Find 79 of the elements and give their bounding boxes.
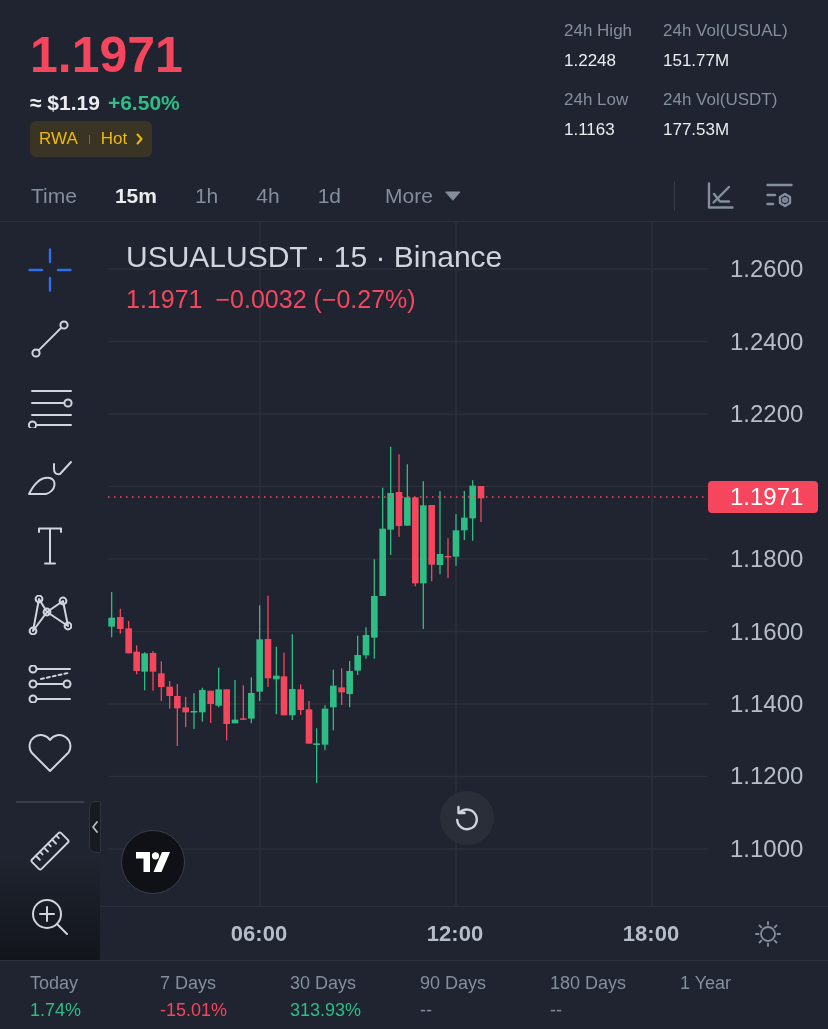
stat-label: 24h High <box>564 20 634 42</box>
chevron-right-icon <box>136 133 144 145</box>
period-label: 180 Days <box>550 972 628 994</box>
last-price-tag: 1.1971 <box>708 481 818 513</box>
rising-candle <box>215 667 222 708</box>
rising-candle <box>108 591 115 638</box>
rising-candle <box>273 646 280 715</box>
falling-candle <box>477 485 485 523</box>
ruler-icon <box>28 828 72 873</box>
fiat-price: ≈ $1.19 <box>30 91 100 115</box>
parallel-lines-icon <box>27 387 73 428</box>
price-axis-label: 1.1400 <box>730 691 804 717</box>
settings-icon <box>766 183 793 208</box>
interval-tab[interactable]: 4h <box>256 181 280 210</box>
rising-candle <box>231 679 239 724</box>
rising-candle <box>141 651 148 691</box>
last-price: 1.1971 <box>30 26 183 84</box>
fibonacci-lines-icon <box>28 664 72 703</box>
price-axis-label: 1.1000 <box>730 836 804 862</box>
falling-candle <box>444 537 452 579</box>
collapse-toolbar-button[interactable] <box>89 801 101 853</box>
falling-candle <box>223 688 230 741</box>
price-change-percent: +6.50% <box>107 91 180 115</box>
chart-symbol-title: USUALUSDT · 15 · Binance <box>126 239 503 275</box>
period-change: 313.93% <box>290 999 363 1021</box>
period-label: 1 Year <box>680 972 733 994</box>
interval-tab[interactable]: 1h <box>194 181 219 210</box>
trend-line-icon <box>31 319 69 358</box>
falling-candle <box>280 652 288 716</box>
legend-change: −0.0032 (−0.27%) <box>215 284 416 314</box>
price-axis-label: 1.2200 <box>730 401 804 427</box>
chart-settings-button[interactable] <box>766 183 793 208</box>
more-intervals-dropdown[interactable]: More <box>385 181 461 210</box>
chevron-left-icon <box>92 821 98 833</box>
interval-tab[interactable]: 1d <box>317 181 341 210</box>
price-axis-label: 1.1800 <box>730 546 804 572</box>
rising-candle <box>404 463 411 527</box>
period-label: 7 Days <box>160 972 218 994</box>
price-axis-label: 1.1600 <box>730 619 804 645</box>
period-change: -- <box>420 999 433 1021</box>
stat-label: 24h Vol(USDT) <box>663 89 779 111</box>
sun-icon <box>755 920 781 947</box>
reset-icon <box>453 804 481 832</box>
legend-price: 1.1971 <box>126 284 203 314</box>
period-change: -15.01% <box>160 999 229 1021</box>
chart-indicator-icon <box>707 182 734 209</box>
heart-icon <box>27 732 73 773</box>
falling-candle <box>240 684 247 721</box>
stat-value: 177.53M <box>663 119 731 141</box>
period-change: -- <box>550 999 563 1021</box>
stat-label: 24h Low <box>564 89 630 111</box>
theme-toggle-button[interactable] <box>755 920 781 947</box>
time-axis-label: 12:00 <box>425 919 485 948</box>
category-link[interactable]: Hot <box>100 128 144 150</box>
stat-value: 151.77M <box>663 50 731 72</box>
time-axis-label: 06:00 <box>229 919 289 948</box>
period-change: 1.74% <box>30 999 83 1021</box>
category-tag[interactable]: RWA <box>39 128 78 150</box>
price-axis-label: 1.2400 <box>730 329 804 355</box>
time-axis-label: 18:00 <box>621 919 681 948</box>
zoom-in-icon <box>31 898 69 936</box>
stat-label: 24h Vol(USUAL) <box>663 20 789 42</box>
period-label: 30 Days <box>290 972 358 994</box>
pattern-icon <box>28 594 72 635</box>
stat-value: 1.2248 <box>564 50 617 72</box>
interval-tab[interactable]: 15m <box>114 181 157 210</box>
caret-down-icon <box>444 190 461 201</box>
price-axis-label: 1.2600 <box>730 256 804 282</box>
price-axis-label: 1.1200 <box>730 763 804 789</box>
stat-value: 1.1163 <box>564 119 616 141</box>
logo-icon <box>136 852 170 872</box>
period-label: 90 Days <box>420 972 488 994</box>
interval-tab[interactable]: Time <box>31 181 77 210</box>
crosshair-icon <box>28 247 72 292</box>
indicators-button[interactable] <box>707 182 734 209</box>
text-tool-icon <box>37 526 63 565</box>
period-label: Today <box>30 972 80 994</box>
falling-candle <box>207 690 214 724</box>
falling-candle <box>338 667 345 706</box>
